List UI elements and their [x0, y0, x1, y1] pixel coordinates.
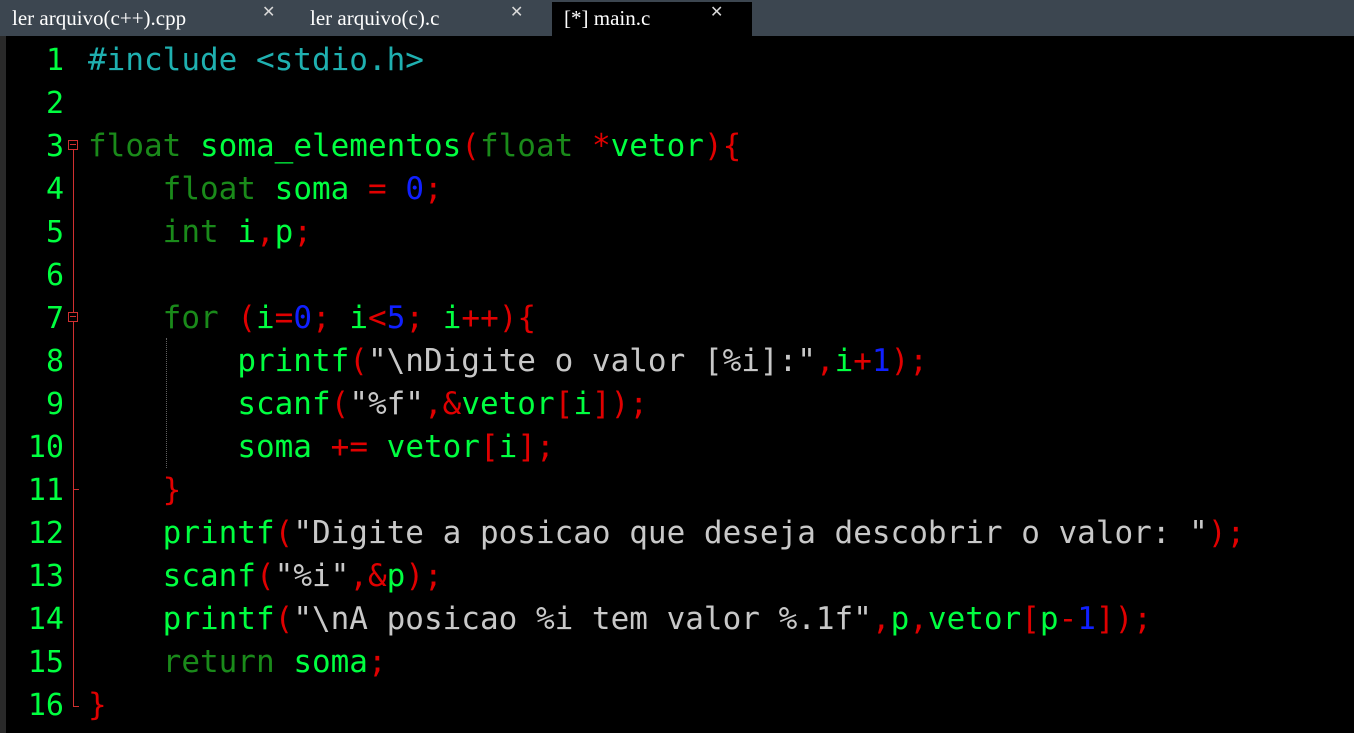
fold-end-marker — [73, 489, 79, 490]
line-number: 8 — [45, 344, 64, 379]
code-line[interactable]: } — [88, 469, 182, 512]
tab-main-c[interactable]: [*] main.c ✕ — [552, 2, 752, 36]
line-number: 14 — [27, 602, 64, 637]
code-line[interactable]: scanf("%i",&p); — [88, 555, 443, 598]
line-number: 12 — [27, 516, 64, 551]
code-line[interactable]: printf("\nDigite o valor [%i]:",i+1); — [88, 340, 928, 383]
tab-label: ler arquivo(c).c — [310, 6, 440, 30]
code-line[interactable]: float soma = 0; — [88, 168, 443, 211]
line-number: 9 — [45, 387, 64, 422]
code-line[interactable]: float soma_elementos(float *vetor){ — [88, 125, 741, 168]
tab-label: ler arquivo(c++).cpp — [12, 6, 187, 30]
line-number: 1 — [45, 43, 64, 78]
code-line[interactable]: printf("Digite a posicao que deseja desc… — [88, 512, 1246, 555]
line-number: 16 — [27, 688, 64, 723]
code-editor[interactable]: 1 2 3 4 5 6 7 8 9 10 11 12 13 14 15 16 #include <stdio.… — [0, 36, 1354, 733]
line-number: 7 — [45, 301, 64, 336]
line-number: 13 — [27, 559, 64, 594]
code-line[interactable]: #include <stdio.h> — [88, 39, 424, 82]
line-number: 15 — [27, 645, 64, 680]
tab-label: [*] main.c — [564, 6, 651, 30]
fold-minus-icon[interactable] — [68, 140, 78, 150]
fold-line — [73, 150, 74, 312]
line-number: 11 — [27, 473, 64, 508]
close-icon[interactable]: ✕ — [262, 2, 275, 21]
code-line[interactable]: printf("\nA posicao %i tem valor %.1f",p… — [88, 598, 1152, 641]
tab-bar: ler arquivo(c++).cpp ✕ ler arquivo(c).c … — [0, 0, 1354, 36]
code-line[interactable]: } — [88, 684, 107, 727]
fold-minus-icon[interactable] — [68, 312, 78, 322]
tab-ler-arquivo-cpp[interactable]: ler arquivo(c++).cpp ✕ — [0, 2, 296, 36]
tab-ler-arquivo-c[interactable]: ler arquivo(c).c ✕ — [298, 2, 550, 36]
indent-guide — [166, 338, 167, 468]
code-line[interactable]: int i,p; — [88, 211, 312, 254]
code-line[interactable]: return soma; — [88, 641, 387, 684]
code-line[interactable]: scanf("%f",&vetor[i]); — [88, 383, 648, 426]
line-number: 3 — [45, 129, 64, 164]
close-icon[interactable]: ✕ — [710, 2, 723, 21]
close-icon[interactable]: ✕ — [510, 2, 523, 21]
line-number: 4 — [45, 172, 64, 207]
code-line[interactable]: soma += vetor[i]; — [88, 426, 554, 469]
code-line[interactable]: for (i=0; i<5; i++){ — [88, 297, 536, 340]
line-number: 2 — [45, 86, 64, 121]
line-number: 5 — [45, 215, 64, 250]
fold-end-marker — [73, 706, 79, 707]
line-number: 6 — [45, 258, 64, 293]
line-number: 10 — [27, 430, 64, 465]
fold-line — [73, 322, 74, 706]
